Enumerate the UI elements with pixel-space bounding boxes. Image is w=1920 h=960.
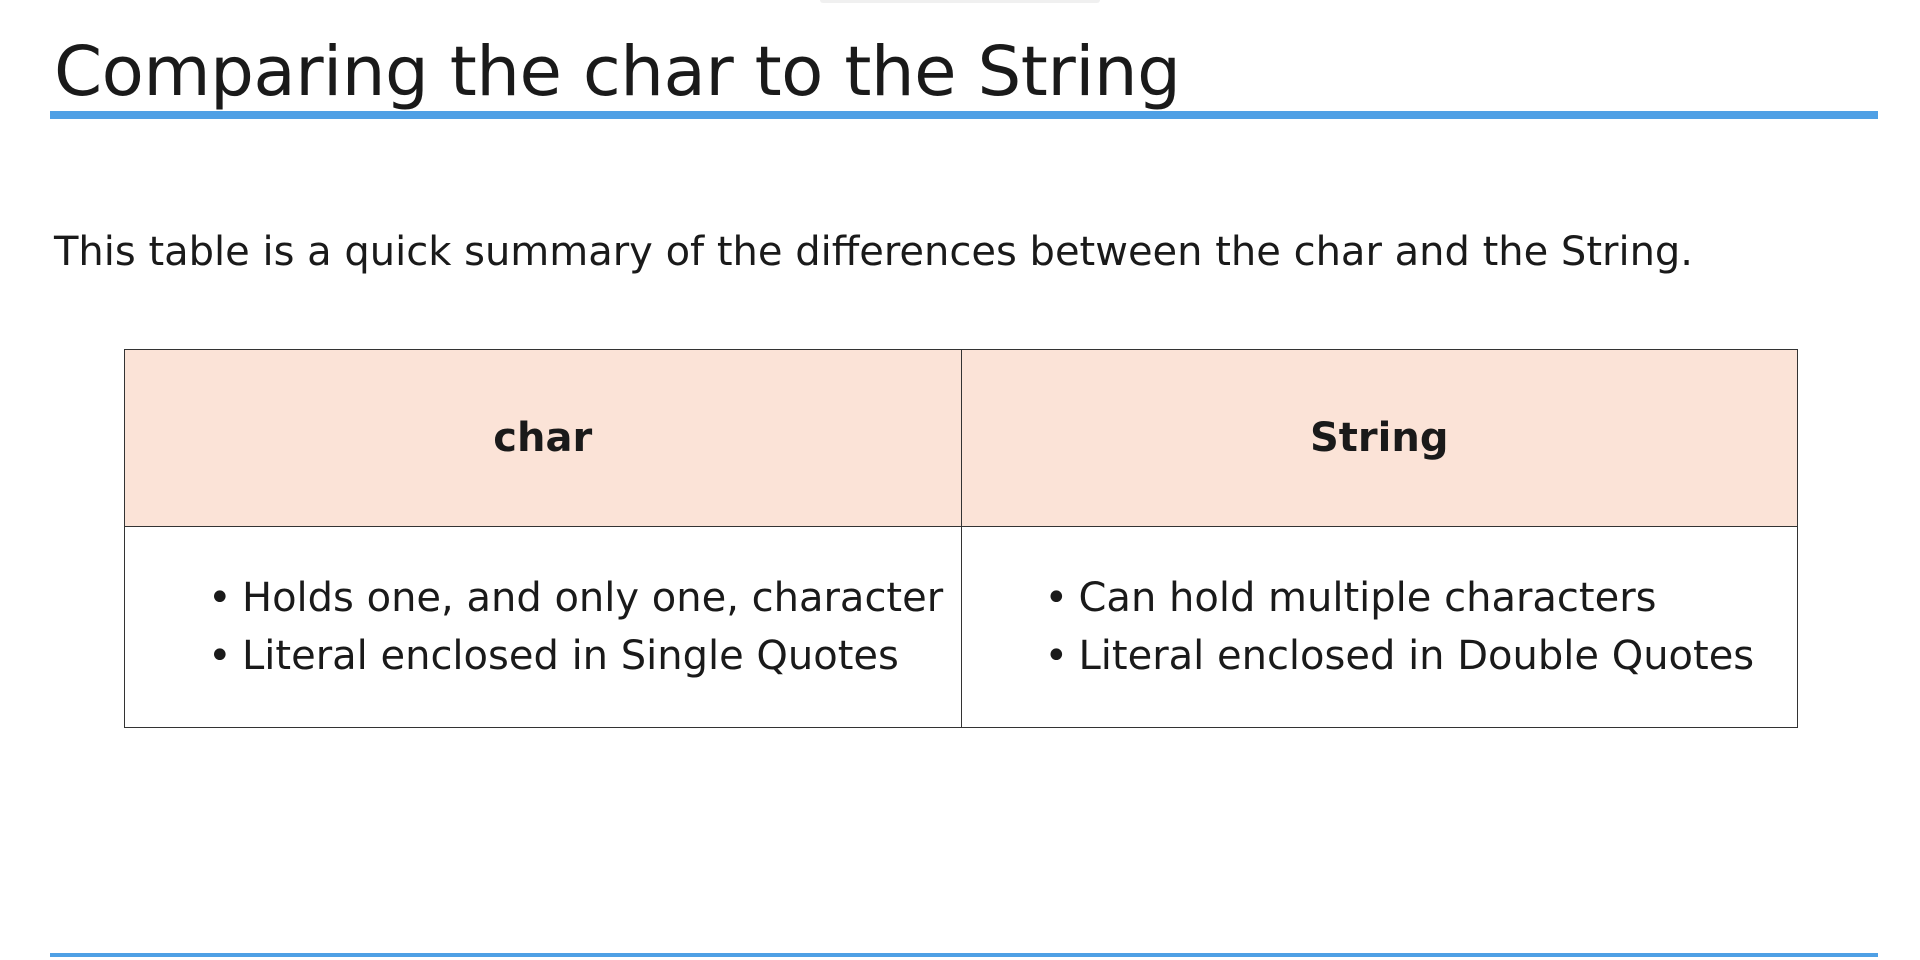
intro-paragraph: This table is a quick summary of the dif… — [54, 229, 1694, 275]
page-title: Comparing the char to the String — [54, 32, 1181, 112]
header-cell-char: char — [124, 349, 962, 527]
char-cell: • Holds one, and only one, character • L… — [124, 526, 962, 728]
bullet-text: Literal enclosed in Single Quotes — [242, 633, 899, 679]
footer-rule — [50, 953, 1878, 957]
title-underline-rule — [50, 111, 1878, 119]
slide: Comparing the char to the String This ta… — [0, 0, 1920, 960]
comparison-table: char String • Holds one, and only one, c… — [124, 349, 1798, 728]
list-item: • Literal enclosed in Single Quotes — [206, 627, 961, 685]
list-item: • Literal enclosed in Double Quotes — [1043, 627, 1798, 685]
table-header-row: char String — [124, 349, 1798, 527]
bullet-text: Holds one, and only one, character — [242, 575, 944, 621]
bullet-icon: • — [1044, 633, 1069, 679]
string-cell: • Can hold multiple characters • Literal… — [960, 526, 1798, 728]
bullet-text: Literal enclosed in Double Quotes — [1078, 633, 1755, 679]
header-cell-string: String — [960, 349, 1798, 527]
list-item: • Can hold multiple characters — [1043, 569, 1798, 627]
char-bullet-list: • Holds one, and only one, character • L… — [206, 569, 961, 685]
string-bullet-list: • Can hold multiple characters • Literal… — [1043, 569, 1798, 685]
bullet-text: Can hold multiple characters — [1078, 575, 1657, 621]
list-item: • Holds one, and only one, character — [206, 569, 961, 627]
table-row: • Holds one, and only one, character • L… — [124, 526, 1798, 728]
bullet-icon: • — [1044, 575, 1069, 621]
top-tab-handle — [820, 0, 1100, 3]
bullet-icon: • — [208, 633, 232, 679]
bullet-icon: • — [208, 575, 232, 621]
